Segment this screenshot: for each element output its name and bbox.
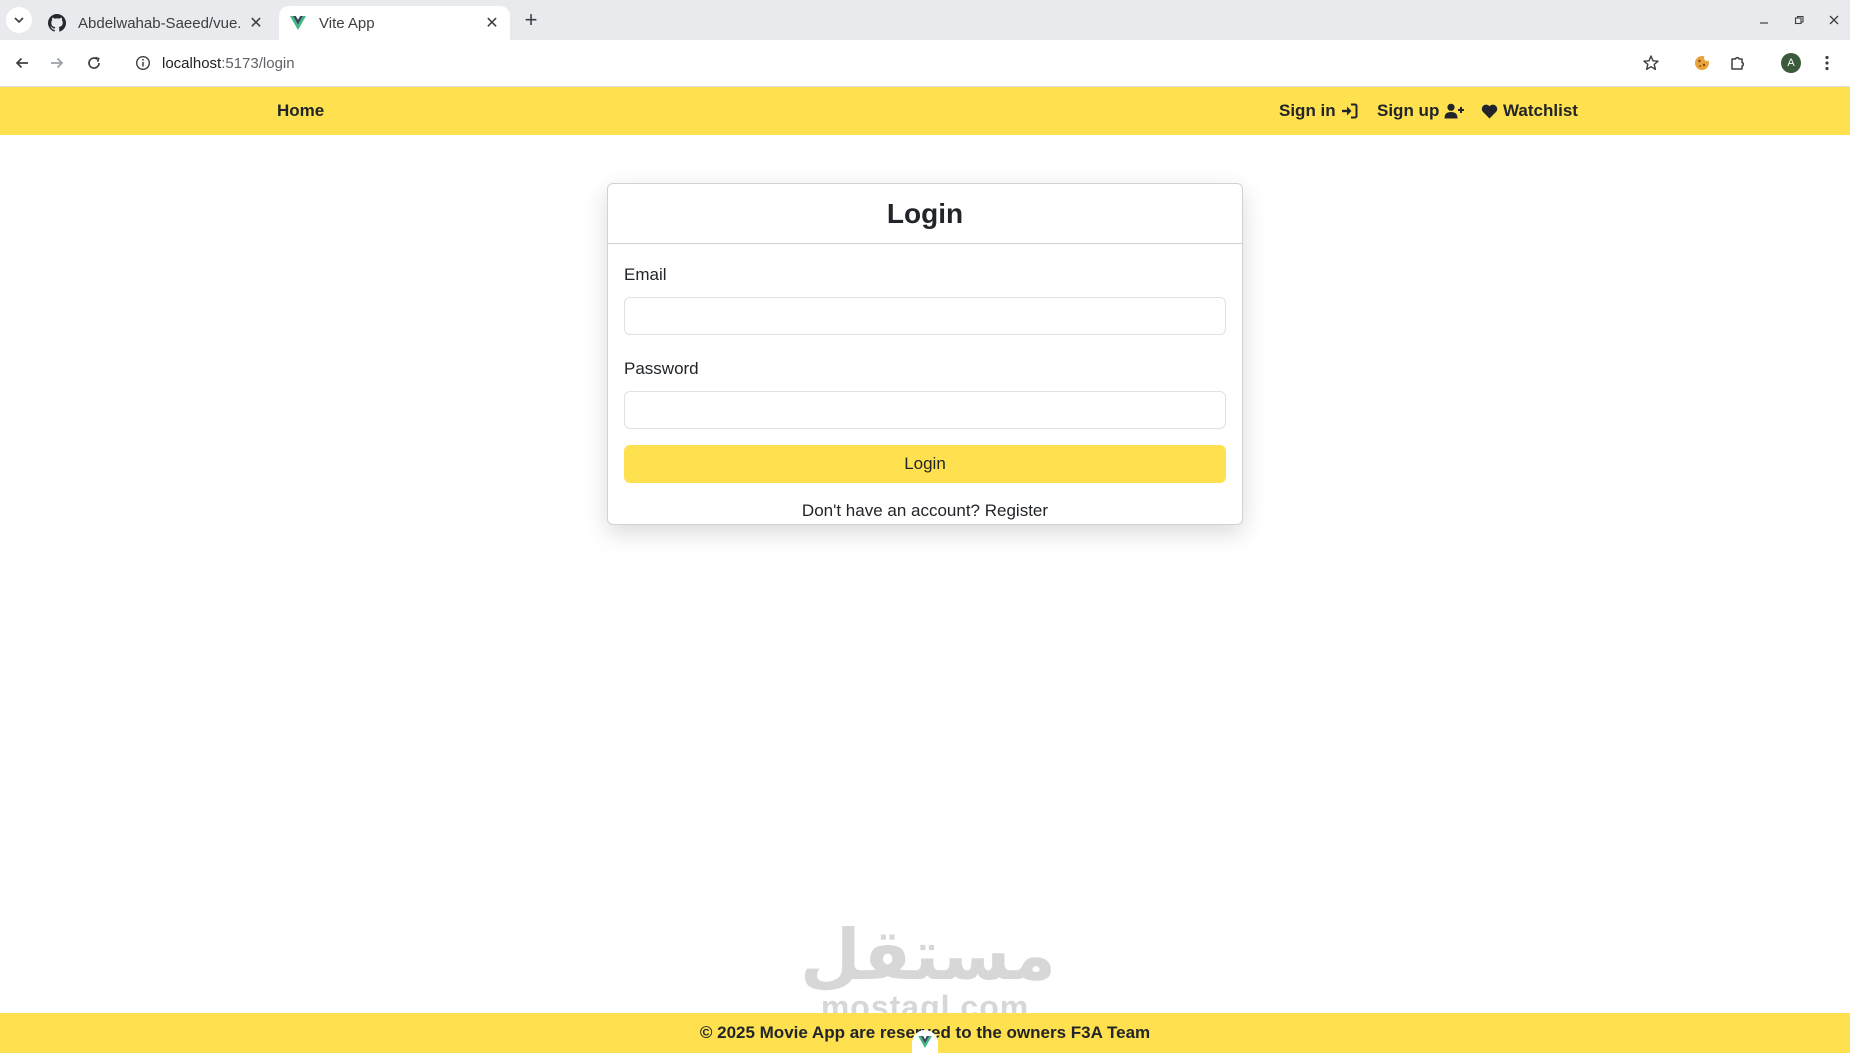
browser-toolbar: localhost:5173/login A bbox=[0, 40, 1850, 87]
back-button[interactable] bbox=[8, 49, 36, 77]
watermark-arabic: مستقل bbox=[800, 914, 1057, 996]
arrow-right-icon bbox=[51, 57, 64, 69]
nav-home-label: Home bbox=[277, 101, 325, 120]
browser-tab-bar: Abdelwahab-Saeed/vue. ✕ Vite App ✕ + bbox=[0, 0, 1850, 40]
address-bar[interactable]: localhost:5173/login bbox=[120, 45, 1675, 81]
tab-search-button[interactable] bbox=[6, 7, 32, 33]
minimize-icon[interactable] bbox=[1752, 8, 1776, 32]
nav-watchlist-link[interactable]: Watchlist bbox=[1481, 87, 1578, 135]
github-icon bbox=[48, 14, 66, 32]
nav-sign-in-label: Sign in bbox=[1279, 101, 1336, 120]
login-button[interactable]: Login bbox=[624, 445, 1226, 483]
password-field[interactable] bbox=[624, 391, 1226, 429]
user-plus-icon bbox=[1444, 103, 1465, 119]
restore-icon[interactable] bbox=[1787, 8, 1811, 32]
tab-title: Abdelwahab-Saeed/vue. bbox=[78, 14, 242, 32]
cookie-extension-icon[interactable] bbox=[1688, 49, 1716, 77]
profile-avatar[interactable]: A bbox=[1777, 49, 1805, 77]
login-form: Email Password Login Don't have an accou… bbox=[608, 263, 1242, 521]
register-link[interactable]: Register bbox=[985, 501, 1048, 520]
nav-sign-in-link[interactable]: Sign in bbox=[1279, 87, 1358, 135]
close-icon[interactable]: ✕ bbox=[244, 11, 268, 35]
no-account-text: Don't have an account? bbox=[801, 501, 981, 520]
more-menu-icon[interactable] bbox=[1813, 49, 1841, 77]
nav-watchlist-label: Watchlist bbox=[1503, 101, 1578, 120]
email-field[interactable] bbox=[624, 297, 1226, 335]
tab-title: Vite App bbox=[319, 14, 375, 32]
vue-devtools-toggle[interactable] bbox=[912, 1030, 938, 1053]
nav-sign-up-label: Sign up bbox=[1377, 101, 1440, 120]
extensions-puzzle-icon[interactable] bbox=[1724, 49, 1752, 77]
forward-button[interactable] bbox=[43, 49, 71, 77]
reload-icon bbox=[88, 56, 100, 69]
sign-in-icon bbox=[1341, 103, 1358, 119]
new-tab-button[interactable]: + bbox=[519, 7, 543, 32]
login-card: Login Email Password Login Don't have an… bbox=[607, 183, 1243, 525]
app-navbar: Home Sign in Sign up Watchlist bbox=[0, 87, 1850, 135]
register-prompt: Don't have an account? Register bbox=[624, 501, 1226, 521]
email-label: Email bbox=[624, 265, 667, 284]
vue-icon bbox=[289, 14, 307, 32]
reload-button[interactable] bbox=[80, 49, 108, 77]
nav-home-link[interactable]: Home bbox=[277, 87, 324, 135]
chevron-down-icon bbox=[14, 17, 24, 24]
arrow-left-icon bbox=[15, 57, 28, 69]
close-window-icon[interactable] bbox=[1822, 8, 1846, 32]
url-text: localhost:5173/login bbox=[162, 54, 295, 72]
mostaql-watermark: مستقل mostaql.com bbox=[800, 914, 1057, 1024]
vue-icon bbox=[918, 1035, 932, 1048]
browser-tab-vite-app[interactable]: Vite App ✕ bbox=[279, 6, 510, 40]
password-label: Password bbox=[624, 359, 699, 378]
close-icon[interactable]: ✕ bbox=[480, 11, 504, 35]
login-title: Login bbox=[886, 197, 964, 229]
nav-sign-up-link[interactable]: Sign up bbox=[1377, 87, 1465, 135]
avatar: A bbox=[1781, 53, 1801, 73]
bookmark-star-icon[interactable] bbox=[1637, 49, 1665, 77]
heart-icon bbox=[1481, 104, 1498, 118]
browser-tab-github[interactable]: Abdelwahab-Saeed/vue. ✕ bbox=[36, 6, 274, 40]
login-card-header: Login bbox=[608, 184, 1242, 244]
site-info-icon[interactable] bbox=[126, 45, 160, 81]
